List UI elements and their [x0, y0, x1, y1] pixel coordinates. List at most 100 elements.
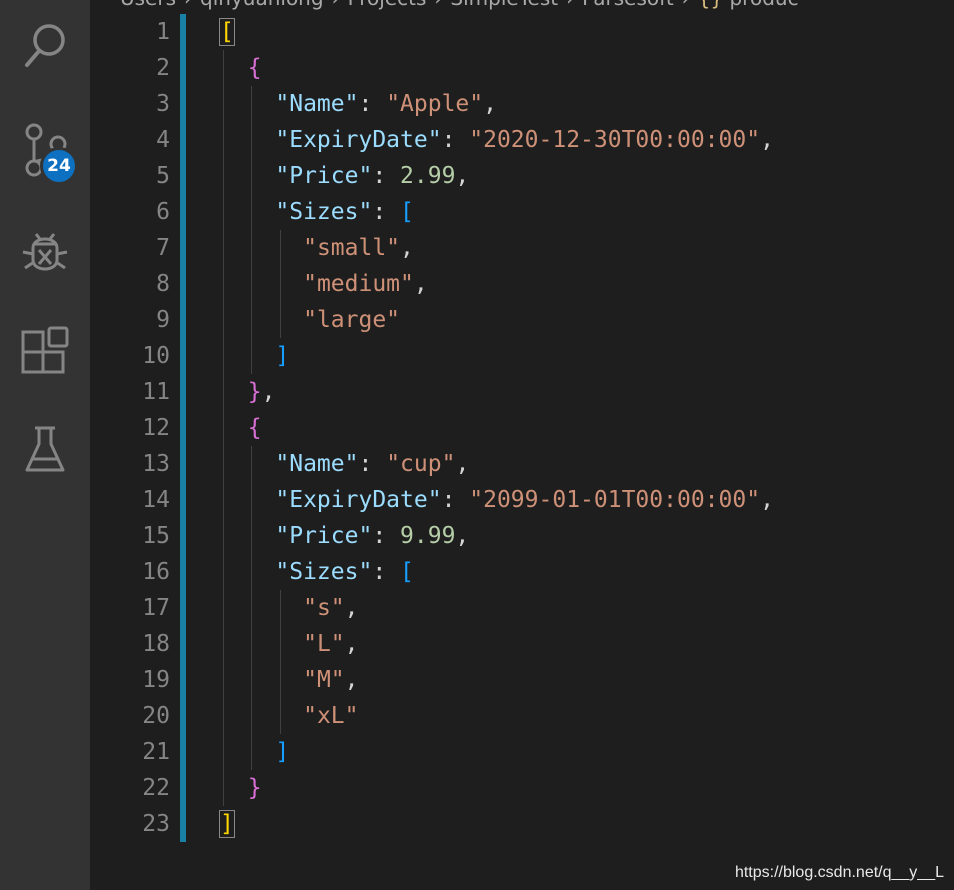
extensions-icon[interactable]	[0, 322, 90, 382]
code-token: ,	[344, 667, 359, 693]
breadcrumb-file[interactable]: produc	[729, 0, 798, 10]
line-number: 17	[142, 595, 170, 621]
line-content: "s",	[220, 590, 358, 626]
line-content: "ExpiryDate": "2099-01-01T00:00:00",	[220, 482, 774, 518]
line-number: 23	[142, 811, 170, 837]
code-editor[interactable]: 1[2 {3 "Name": "Apple", 4 "ExpiryDate": "…	[90, 14, 954, 854]
chevron-right-icon: ›	[184, 0, 192, 10]
code-line[interactable]: 18 "L",	[90, 626, 954, 662]
line-number: 16	[142, 559, 170, 585]
code-token: "2099-01-01T00:00:00"	[469, 487, 761, 513]
line-number: 1	[156, 19, 170, 45]
source-control-badge: 24	[40, 147, 78, 185]
code-line[interactable]: 1[	[90, 14, 954, 50]
code-line[interactable]: 22 }	[90, 770, 954, 806]
line-number: 9	[156, 307, 170, 333]
code-line[interactable]: 12 {	[90, 410, 954, 446]
code-line[interactable]: 13 "Name": "cup",	[90, 446, 954, 482]
breadcrumb-item[interactable]: Users	[120, 0, 176, 10]
code-line[interactable]: 19 "M",	[90, 662, 954, 698]
line-content: "Name": "cup",	[220, 446, 469, 482]
search-icon[interactable]	[0, 16, 90, 76]
debug-icon[interactable]	[0, 222, 90, 282]
line-content: ]	[219, 806, 235, 842]
line-content: },	[220, 374, 276, 410]
code-token: ,	[455, 163, 470, 189]
line-number: 5	[156, 163, 170, 189]
line-content: "L",	[220, 626, 359, 662]
code-token: :	[441, 127, 470, 153]
code-line[interactable]: 6 "Sizes": [	[90, 194, 954, 230]
code-token: "M"	[303, 667, 345, 693]
line-content: "Price": 2.99,	[220, 158, 469, 194]
code-token: :	[372, 163, 401, 189]
code-token: ,	[344, 631, 359, 657]
code-token: "ExpiryDate"	[275, 487, 442, 513]
code-token: :	[441, 487, 470, 513]
code-line[interactable]: 14 "ExpiryDate": "2099-01-01T00:00:00",	[90, 482, 954, 518]
code-line[interactable]: 8 "medium",	[90, 266, 954, 302]
code-token: "xL"	[303, 703, 359, 729]
line-number: 15	[142, 523, 170, 549]
code-line[interactable]: 2 {	[90, 50, 954, 86]
code-token: 2.99	[400, 163, 456, 189]
breadcrumb[interactable]: Users › qinyuanlong › Projects › SimpleTest › Pa…	[120, 0, 954, 12]
code-line[interactable]: 3 "Name": "Apple",	[90, 86, 954, 122]
code-line[interactable]: 11 },	[90, 374, 954, 410]
code-token: "Name"	[275, 451, 359, 477]
code-token: "medium"	[303, 271, 414, 297]
code-line[interactable]: 9 "large"	[90, 302, 954, 338]
code-line[interactable]: 23]	[90, 806, 954, 842]
code-line[interactable]: 17 "s",	[90, 590, 954, 626]
line-content: [	[219, 14, 235, 50]
code-line[interactable]: 20 "xL"	[90, 698, 954, 734]
breadcrumb-item[interactable]: qinyuanlong	[200, 0, 324, 10]
testing-icon[interactable]	[0, 420, 90, 480]
code-line[interactable]: 4 "ExpiryDate": "2020-12-30T00:00:00",	[90, 122, 954, 158]
code-token: ,	[261, 379, 276, 405]
code-line[interactable]: 5 "Price": 2.99,	[90, 158, 954, 194]
code-token: "Name"	[275, 91, 359, 117]
breadcrumb-item[interactable]: Parsesoft	[582, 0, 674, 10]
code-line[interactable]: 15 "Price": 9.99,	[90, 518, 954, 554]
breadcrumb-item[interactable]: Projects	[348, 0, 427, 10]
code-line[interactable]: 7 "small",	[90, 230, 954, 266]
line-number: 20	[142, 703, 170, 729]
code-token: [	[400, 559, 414, 585]
code-token: }	[247, 775, 262, 801]
breadcrumb-item[interactable]: SimpleTest	[450, 0, 558, 10]
line-number: 14	[142, 487, 170, 513]
line-content: "medium",	[220, 266, 428, 302]
activity-bar: 24	[0, 0, 90, 890]
code-token: }	[247, 379, 262, 405]
code-token: 9.99	[400, 523, 456, 549]
code-token: "small"	[303, 235, 401, 261]
line-content: {	[220, 50, 262, 86]
code-line[interactable]: 16 "Sizes": [	[90, 554, 954, 590]
code-line[interactable]: 21 ]	[90, 734, 954, 770]
code-token: :	[372, 199, 401, 225]
chevron-right-icon: ›	[434, 0, 442, 10]
code-token: "ExpiryDate"	[275, 127, 442, 153]
code-line[interactable]: 10 ]	[90, 338, 954, 374]
code-token: "cup"	[386, 451, 456, 477]
code-token: "s"	[303, 595, 345, 621]
line-content: {	[220, 410, 262, 446]
code-token: {	[247, 55, 262, 81]
code-token: ,	[760, 487, 774, 513]
line-number: 12	[142, 415, 170, 441]
code-token: "Apple"	[386, 91, 484, 117]
